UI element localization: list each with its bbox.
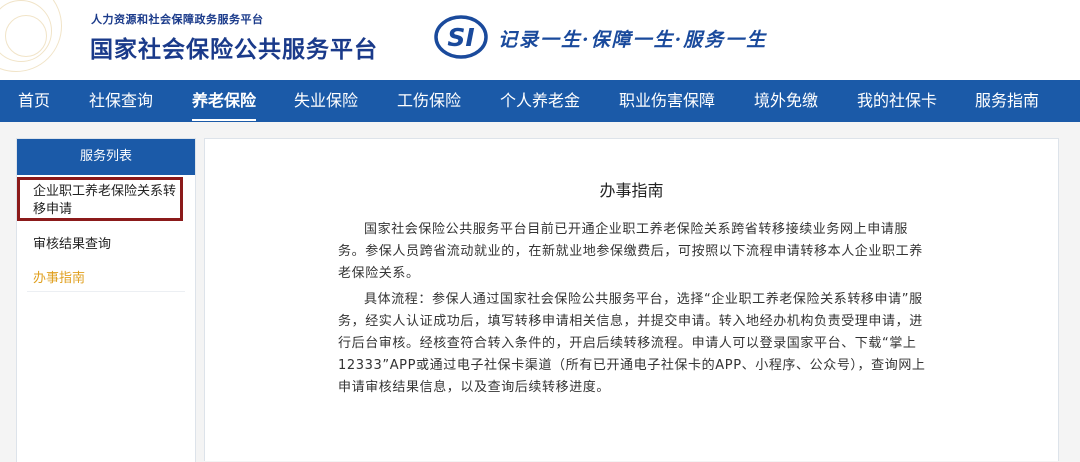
guide-paragraph-intro: 国家社会保险公共服务平台目前已开通企业职工养老保险关系跨省转移接续业务网上申请服… bbox=[338, 222, 923, 281]
site-header: 人力资源和社会保障政务服务平台 国家社会保险公共服务平台 SI 记录一生·保障一… bbox=[0, 0, 1080, 80]
nav-service-guide[interactable]: 服务指南 bbox=[975, 80, 1039, 122]
sidebar-item-service-guide[interactable]: 办事指南 bbox=[33, 267, 201, 286]
nav-unemployment[interactable]: 失业保险 bbox=[294, 80, 358, 122]
content-title: 办事指南 bbox=[599, 181, 664, 200]
guide-paragraph-process: 具体流程：参保人通过国家社会保险公共服务平台，选择“企业职工养老保险关系转移申请… bbox=[338, 292, 926, 395]
main-nav: 首页 社保查询 养老保险 失业保险 工伤保险 个人养老金 职业伤害保障 境外免缴… bbox=[0, 80, 1080, 122]
nav-overseas-exemption[interactable]: 境外免缴 bbox=[754, 80, 818, 122]
sidebar-title: 服务列表 bbox=[17, 139, 195, 175]
content-panel: 办事指南 国家社会保险公共服务平台目前已开通企业职工养老保险关系跨省转移接续业务… bbox=[204, 138, 1059, 461]
site-title[interactable]: 国家社会保险公共服务平台 bbox=[90, 30, 378, 64]
service-sidebar: 服务列表 企业职工养老保险关系转移申请 审核结果查询 办事指南 bbox=[16, 138, 196, 462]
nav-pension-insurance[interactable]: 养老保险 bbox=[192, 80, 257, 122]
si-logo-icon[interactable]: SI bbox=[434, 14, 490, 60]
sidebar-item-review-result[interactable]: 审核结果查询 bbox=[33, 233, 201, 252]
site-slogan: 记录一生·保障一生·服务一生 bbox=[498, 29, 768, 51]
nav-social-query[interactable]: 社保查询 bbox=[89, 80, 153, 122]
decorative-pattern bbox=[0, 0, 80, 80]
nav-home[interactable]: 首页 bbox=[18, 80, 50, 122]
sidebar-divider bbox=[27, 291, 185, 292]
nav-injury-insurance[interactable]: 工伤保险 bbox=[397, 80, 461, 122]
nav-my-social-card[interactable]: 我的社保卡 bbox=[857, 80, 937, 122]
svg-text:SI: SI bbox=[447, 23, 474, 52]
sidebar-item-pension-transfer-apply[interactable]: 企业职工养老保险关系转移申请 bbox=[17, 177, 183, 221]
site-subtitle: 人力资源和社会保障政务服务平台 bbox=[91, 13, 264, 26]
nav-personal-pension[interactable]: 个人养老金 bbox=[500, 80, 580, 122]
nav-occupational-injury[interactable]: 职业伤害保障 bbox=[619, 80, 715, 122]
